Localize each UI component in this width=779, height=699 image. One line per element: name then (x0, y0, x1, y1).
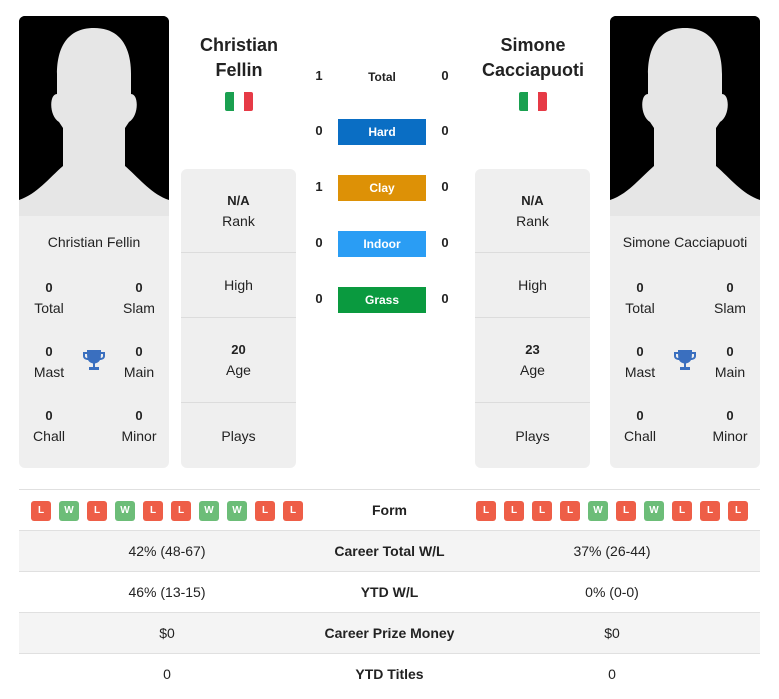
row-prize-money: $0 Career Prize Money $0 (19, 612, 760, 653)
silhouette-icon (19, 16, 169, 216)
h2h-left-value: 0 (315, 235, 323, 250)
player-name: Simone Cacciapuoti (622, 234, 748, 250)
value-right: 0 (608, 666, 616, 682)
stat-total: 0 Total (34, 280, 64, 316)
row-career-wl: 42% (48-67) Career Total W/L 37% (26-44) (19, 530, 760, 571)
row-label: Form (372, 502, 407, 518)
form-badge-loss: L (87, 500, 107, 521)
row-label: YTD Titles (355, 666, 424, 682)
player-name: Christian Fellin (47, 234, 141, 250)
info-plays: Plays (221, 427, 256, 444)
form-badge-loss: L (728, 500, 748, 521)
stat-slam: 0 Slam (123, 280, 155, 316)
form-badge-loss: L (143, 500, 163, 521)
h2h-right-value: 0 (441, 123, 449, 138)
row-ytd-wl: 46% (13-15) YTD W/L 0% (0-0) (19, 571, 760, 612)
h2h-right-value: 0 (441, 235, 449, 250)
italy-flag-icon (519, 92, 547, 111)
surface-grass: Grass (338, 287, 426, 313)
info-rank: N/A Rank (181, 169, 296, 253)
form-badge-loss: L (255, 500, 275, 521)
player-title-left: Christian Fellin (199, 35, 278, 80)
row-form: LWLWLLWWLL Form LLLLWLWLLL (19, 489, 760, 530)
form-badge-loss: L (560, 500, 580, 521)
h2h-right-value: 0 (441, 179, 449, 194)
form-badge-win: W (227, 500, 247, 521)
h2h-row-grass: 0 Grass 0 (305, 287, 460, 313)
h2h-right-value: 0 (441, 68, 449, 83)
row-label: Career Prize Money (324, 625, 455, 641)
stat-chall: 0 Chall (33, 408, 65, 444)
info-age: 23 Age (475, 318, 590, 403)
h2h-left-value: 0 (315, 123, 323, 138)
row-ytd-titles: 0 YTD Titles 0 (19, 653, 760, 694)
trophy-icon (674, 350, 696, 370)
surface-indoor: Indoor (338, 231, 426, 257)
form-badge-loss: L (532, 500, 552, 521)
info-high: High (181, 253, 296, 318)
h2h-row-clay: 1 Clay 0 (305, 175, 460, 201)
row-label: YTD W/L (360, 584, 419, 600)
surface-total: Total (368, 70, 396, 84)
stat-mast: 0 Mast (624, 344, 656, 380)
stat-main: 0 Main (123, 344, 155, 380)
value-left: 42% (48-67) (128, 543, 206, 559)
stat-mast: 0 Mast (33, 344, 65, 380)
form-badge-loss: L (283, 500, 303, 521)
form-badge-loss: L (31, 500, 51, 521)
info-age: 20 Age (181, 318, 296, 403)
comparison-table: LWLWLLWWLL Form LLLLWLWLLL 42% (48-67) C… (19, 489, 760, 694)
player-title-right: Simone Cacciapuoti (481, 35, 585, 80)
form-badge-loss: L (476, 500, 496, 521)
form-left: LWLWLLWWLL (31, 490, 303, 531)
player-photo (610, 16, 760, 216)
silhouette-icon (610, 16, 760, 216)
player-info-left: N/A Rank High 20 Age Plays (181, 169, 296, 468)
stat-slam: 0 Slam (714, 280, 746, 316)
row-label: Career Total W/L (334, 543, 445, 559)
player-photo (19, 16, 169, 216)
surface-hard: Hard (338, 119, 426, 145)
h2h-left-value: 1 (315, 179, 323, 194)
player-info-right: N/A Rank High 23 Age Plays (475, 169, 590, 468)
form-badge-win: W (588, 500, 608, 521)
form-right: LLLLWLWLLL (476, 490, 748, 531)
italy-flag-icon (225, 92, 253, 111)
value-left: 0 (163, 666, 171, 682)
stat-total: 0 Total (625, 280, 655, 316)
form-badge-win: W (199, 500, 219, 521)
h2h-row-indoor: 0 Indoor 0 (305, 231, 460, 257)
player-card-left: Christian Fellin 0 Total 0 Slam 0 Mast 0 Mai… (19, 16, 169, 468)
value-left: 46% (13-15) (128, 584, 206, 600)
stat-minor: 0 Minor (712, 408, 748, 444)
value-right: 0% (0-0) (585, 584, 639, 600)
stat-chall: 0 Chall (624, 408, 656, 444)
h2h-right-value: 0 (441, 291, 449, 306)
info-plays: Plays (515, 427, 550, 444)
form-badge-loss: L (171, 500, 191, 521)
form-badge-win: W (115, 500, 135, 521)
form-badge-win: W (644, 500, 664, 521)
h2h-row-hard: 0 Hard 0 (305, 119, 460, 145)
h2h-row-total: 1 Total 0 (305, 64, 460, 90)
h2h-left-value: 1 (315, 68, 323, 83)
trophy-icon (83, 350, 105, 370)
form-badge-loss: L (504, 500, 524, 521)
surface-clay: Clay (338, 175, 426, 201)
value-right: 37% (26-44) (573, 543, 651, 559)
value-right: $0 (604, 625, 620, 641)
info-high: High (475, 253, 590, 318)
stat-main: 0 Main (714, 344, 746, 380)
h2h-left-value: 0 (315, 291, 323, 306)
form-badge-win: W (59, 500, 79, 521)
form-badge-loss: L (672, 500, 692, 521)
info-rank: N/A Rank (475, 169, 590, 253)
form-badge-loss: L (700, 500, 720, 521)
player-card-right: Simone Cacciapuoti 0 Total 0 Slam 0 Mast 0M… (610, 16, 760, 468)
stat-minor: 0 Minor (121, 408, 157, 444)
form-badge-loss: L (616, 500, 636, 521)
value-left: $0 (159, 625, 175, 641)
